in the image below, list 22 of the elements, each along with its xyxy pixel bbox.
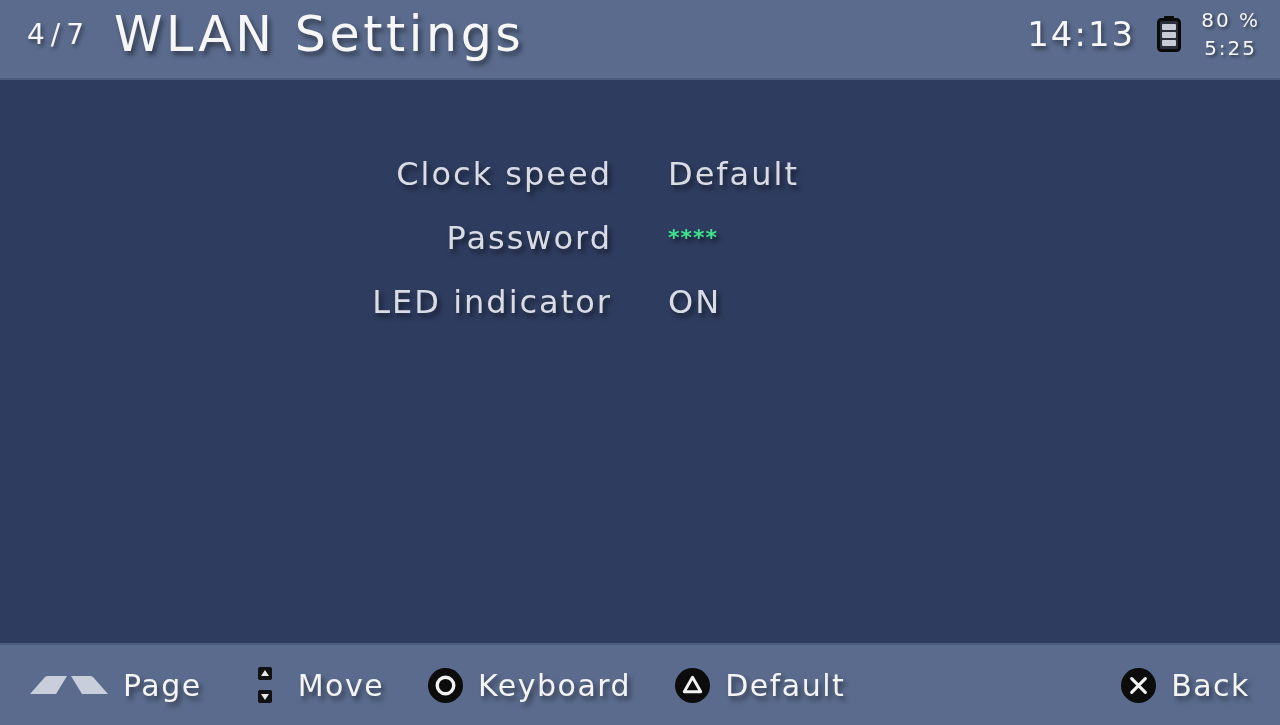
circle-button-icon bbox=[428, 667, 464, 703]
hint-label: Keyboard bbox=[478, 667, 632, 703]
screen-title: WLAN Settings bbox=[114, 5, 525, 63]
hint-label: Move bbox=[297, 667, 385, 703]
cross-button-icon bbox=[1121, 667, 1157, 703]
setting-value[interactable]: Default bbox=[668, 142, 799, 206]
page-counter: 4/7 bbox=[27, 17, 91, 51]
clock: 14:13 bbox=[1027, 14, 1136, 54]
triangle-button-icon bbox=[675, 667, 711, 703]
hint-label: Page bbox=[123, 667, 202, 703]
up-down-icon bbox=[256, 667, 273, 703]
battery-time-remaining: 5:25 bbox=[1204, 35, 1258, 62]
hint-label: Back bbox=[1171, 667, 1250, 703]
setting-value[interactable]: ON bbox=[668, 270, 722, 334]
hint-label: Default bbox=[725, 667, 846, 703]
battery-icon bbox=[1157, 16, 1182, 52]
setting-label: LED indicator bbox=[372, 282, 612, 323]
masked-setting-value[interactable]: **** bbox=[668, 206, 719, 270]
battery-percent: 80 % bbox=[1201, 7, 1260, 34]
setting-label: Password bbox=[446, 218, 612, 259]
setting-label: Clock speed bbox=[396, 154, 612, 195]
shoulder-buttons-icon bbox=[30, 676, 108, 694]
